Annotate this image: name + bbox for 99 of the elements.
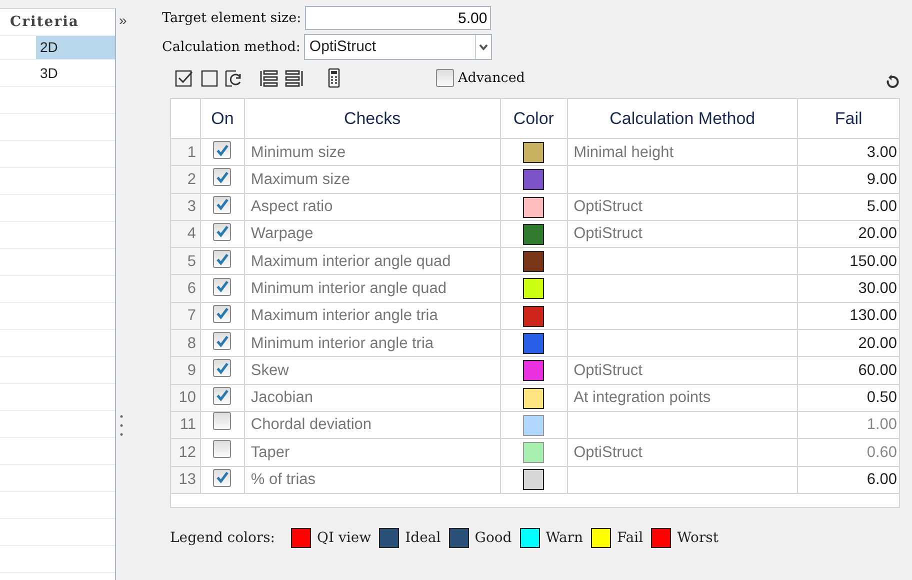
color-swatch[interactable] [523, 442, 544, 464]
list-icon[interactable] [284, 68, 304, 88]
color-swatch[interactable] [523, 142, 544, 163]
row-number: 13 [170, 466, 200, 494]
check-all-icon[interactable] [174, 68, 194, 88]
uncheck-all-icon[interactable] [199, 68, 219, 88]
table-cell: 0.50 [798, 384, 900, 412]
row-number: 11 [170, 411, 200, 439]
table-cell: OptiStruct [574, 444, 642, 461]
table-cell: % of trias [244, 466, 500, 494]
legend-label: Worst [677, 528, 718, 548]
table-cell: 9.00 [798, 166, 900, 194]
caret-icon [479, 44, 488, 50]
legend-label: Legend colors: [170, 528, 276, 548]
checkbox[interactable] [213, 250, 232, 268]
checkbox[interactable] [213, 168, 232, 186]
column-header: Fail [798, 98, 900, 138]
table-cell: 150.00 [798, 248, 900, 275]
checkbox[interactable] [213, 332, 232, 350]
row-number: 4 [170, 220, 200, 248]
list-icon[interactable] [259, 68, 279, 88]
column-header: Calculation Method [567, 98, 798, 138]
table-cell: 1.00 [798, 411, 900, 439]
color-swatch[interactable] [523, 278, 544, 300]
table-cell: OptiStruct [574, 362, 642, 379]
size-input[interactable]: 5.00 [305, 6, 492, 30]
checkbox[interactable] [213, 468, 232, 487]
color-swatch[interactable] [523, 388, 544, 409]
legend-label: Ideal [405, 528, 441, 548]
refresh-icon[interactable] [224, 68, 244, 88]
color-swatch[interactable] [523, 169, 544, 190]
legend-label: Good [474, 528, 512, 548]
table-cell: 20.00 [798, 330, 900, 357]
checkbox[interactable] [213, 386, 232, 405]
row-number: 2 [170, 166, 200, 194]
table-cell: 60.00 [798, 356, 900, 384]
color-swatch[interactable] [523, 333, 544, 354]
reset-icon[interactable] [884, 74, 900, 90]
row-number: 5 [170, 248, 200, 275]
method-dropdown[interactable]: OptiStruct [304, 34, 492, 60]
table-cell: Maximum interior angle tria [244, 302, 500, 330]
row-number: 7 [170, 302, 200, 330]
advanced-checkbox[interactable] [436, 69, 454, 87]
table-cell: Aspect ratio [244, 193, 500, 220]
legend-label: Fail [617, 528, 644, 548]
field-label: Calculation method: [162, 38, 300, 57]
table-cell: 0.60 [798, 438, 900, 466]
collapse-toggle[interactable]: » [119, 10, 127, 31]
table-cell: 3.00 [798, 138, 900, 166]
color-swatch[interactable] [523, 224, 544, 245]
field-label: Target element size: [162, 8, 302, 28]
checkbox[interactable] [213, 359, 232, 378]
color-swatch[interactable] [523, 196, 544, 218]
checkbox[interactable] [213, 304, 232, 323]
checkbox[interactable] [213, 141, 232, 160]
row-number: 10 [170, 384, 200, 412]
sidebar-item[interactable]: 3D [36, 62, 115, 85]
legend-label: Warn [546, 528, 584, 548]
row-number: 12 [170, 438, 200, 466]
table-cell: Warpage [244, 220, 500, 248]
checkbox-label: Advanced [458, 68, 525, 88]
table-cell: Minimum size [244, 138, 500, 166]
sidebar-item[interactable]: 2D [36, 36, 115, 59]
checkbox[interactable] [213, 412, 232, 430]
table-cell: Maximum size [244, 166, 500, 194]
table-cell: OptiStruct [574, 225, 642, 242]
row-number: 1 [170, 138, 200, 166]
table-cell: 130.00 [798, 302, 900, 330]
legend-label: QI view [317, 528, 372, 548]
column-header: Color [500, 98, 568, 138]
table-cell: Minimal height [574, 144, 674, 161]
color-swatch[interactable] [523, 360, 544, 382]
color-swatch[interactable] [523, 469, 544, 490]
row-number: 6 [170, 274, 200, 302]
table-cell: 30.00 [798, 274, 900, 302]
table-cell: Skew [244, 356, 500, 384]
checkbox[interactable] [213, 440, 232, 458]
table-cell: At integration points [574, 389, 711, 406]
table-cell: 6.00 [798, 466, 900, 494]
column-header: Checks [244, 98, 500, 138]
column-header: On [200, 98, 244, 138]
table-cell: Minimum interior angle quad [244, 274, 500, 302]
checkbox[interactable] [213, 278, 232, 296]
table-cell: Jacobian [244, 384, 500, 412]
row-number: 8 [170, 330, 200, 357]
table-cell: OptiStruct [574, 198, 642, 216]
row-number: 3 [170, 193, 200, 220]
color-swatch[interactable] [523, 306, 544, 327]
table-cell: Chordal deviation [244, 411, 500, 439]
table-cell: Maximum interior angle quad [244, 248, 500, 275]
table-cell: 20.00 [798, 220, 900, 248]
checkbox[interactable] [213, 222, 232, 241]
color-swatch[interactable] [523, 414, 544, 436]
row-number: 9 [170, 356, 200, 384]
color-swatch[interactable] [523, 251, 544, 272]
table-cell: 5.00 [798, 193, 900, 220]
table-cell: Minimum interior angle tria [244, 330, 500, 357]
table-cell: Taper [244, 438, 500, 466]
checkbox[interactable] [213, 196, 232, 214]
